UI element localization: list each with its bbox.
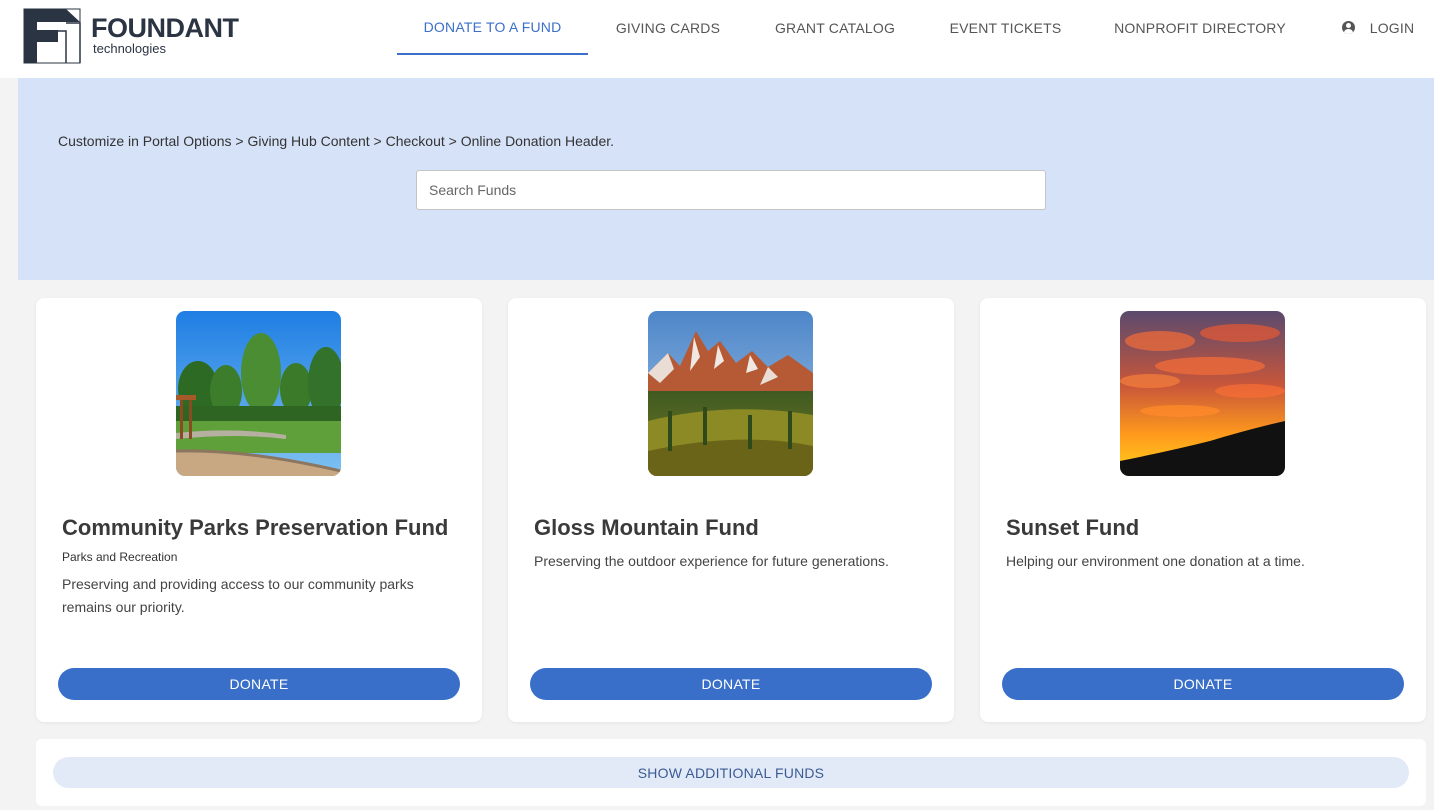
fund-card-gloss-mountain: Gloss Mountain Fund Preserving the outdo…	[508, 298, 954, 722]
fund-image-park	[176, 311, 341, 476]
fund-description: Preserving the outdoor experience for fu…	[534, 553, 889, 569]
fund-title: Gloss Mountain Fund	[534, 515, 759, 540]
fund-description: Helping our environment one donation at …	[1006, 553, 1305, 569]
nav-login[interactable]: LOGIN	[1336, 0, 1420, 55]
fund-description: Preserving and providing access to our c…	[62, 576, 414, 615]
search-funds-input[interactable]	[416, 170, 1046, 210]
user-circle-icon	[1341, 21, 1355, 34]
nav-giving-cards[interactable]: GIVING CARDS	[608, 0, 728, 55]
fund-title: Community Parks Preservation Fund	[62, 515, 449, 540]
show-additional-funds-button[interactable]: SHOW ADDITIONAL FUNDS	[53, 757, 1409, 788]
nav-event-tickets[interactable]: EVENT TICKETS	[942, 0, 1069, 55]
additional-funds-panel: SHOW ADDITIONAL FUNDS	[36, 739, 1426, 806]
nav-grant-catalog[interactable]: GRANT CATALOG	[768, 0, 902, 55]
donate-button[interactable]: DONATE	[1002, 668, 1404, 700]
donate-button[interactable]: DONATE	[530, 668, 932, 700]
fund-title: Sunset Fund	[1006, 515, 1140, 540]
top-navigation-bar: FOUNDANT technologies DONATE TO A FUND G…	[0, 0, 1434, 78]
donate-button[interactable]: DONATE	[58, 668, 460, 700]
fund-image-sunset	[1120, 311, 1285, 476]
donation-header-text: Customize in Portal Options > Giving Hub…	[58, 133, 615, 149]
nav-login-label: LOGIN	[1369, 19, 1415, 36]
fund-card-community-parks: Community Parks Preservation Fund Parks …	[36, 298, 482, 722]
donation-header: Customize in Portal Options > Giving Hub…	[18, 78, 1434, 280]
fund-category: Parks and Recreation	[62, 550, 178, 564]
fund-image-mountain	[648, 311, 813, 476]
main-nav: DONATE TO A FUND GIVING CARDS GRANT CATA…	[0, 0, 1434, 78]
fund-card-sunset: Sunset Fund Helping our environment one …	[980, 298, 1426, 722]
nav-donate-to-a-fund[interactable]: DONATE TO A FUND	[397, 0, 588, 55]
nav-nonprofit-directory[interactable]: NONPROFIT DIRECTORY	[1110, 0, 1290, 55]
